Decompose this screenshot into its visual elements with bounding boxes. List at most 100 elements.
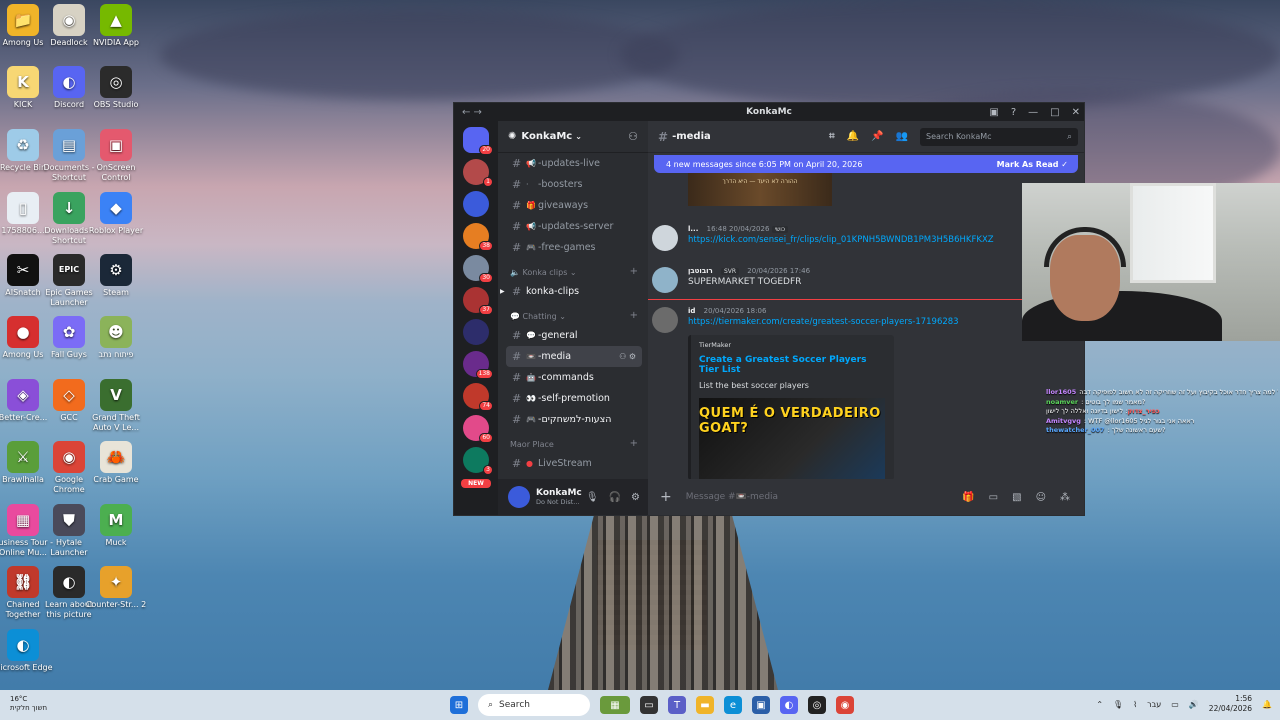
server-icon[interactable]: 30 xyxy=(463,255,493,283)
members-icon[interactable]: 👥 xyxy=(896,131,908,142)
server-icon[interactable]: 37 xyxy=(463,287,493,315)
store-icon[interactable]: ▣ xyxy=(752,696,770,714)
network-icon[interactable]: ⌇ xyxy=(1133,700,1137,709)
new-messages-bar[interactable]: 4 new messages since 6:05 PM on April 20… xyxy=(654,155,1078,173)
desktop-icon[interactable]: ▲ NVIDIA App xyxy=(85,4,147,48)
minimize-icon[interactable]: — xyxy=(1028,107,1038,118)
channel-konka-clips[interactable]: ▶ # konka-clips xyxy=(498,281,648,302)
language-indicator[interactable]: עבר xyxy=(1147,700,1161,709)
edge-icon[interactable]: e xyxy=(724,696,742,714)
headphones-icon[interactable]: 🎧 xyxy=(609,492,621,503)
desktop-icon[interactable]: 🦀 Crab Game xyxy=(85,441,147,485)
add-channel-icon[interactable]: + xyxy=(630,438,638,449)
channel-item[interactable]: # 📼 -media ⚇ ⚙ xyxy=(506,346,642,367)
add-attachment-icon[interactable]: + xyxy=(660,489,672,505)
desktop-icon[interactable]: V Grand Theft Auto V Le... xyxy=(85,379,147,433)
discord-icon[interactable]: ◐ xyxy=(780,696,798,714)
volume-icon[interactable]: 🔊 xyxy=(1189,700,1199,709)
maximize-icon[interactable]: □ xyxy=(1050,107,1059,118)
desktop-icon[interactable]: ◐ Microsoft Edge xyxy=(0,629,54,673)
avatar[interactable] xyxy=(652,307,678,333)
notifications-icon[interactable]: 🔔 xyxy=(1262,700,1272,709)
obs-icon[interactable]: ◎ xyxy=(808,696,826,714)
channel-item[interactable]: # 💬 -general xyxy=(498,325,648,346)
desktop-icon[interactable]: ◆ Roblox Player xyxy=(85,192,147,236)
embed-image[interactable]: QUEM É O VERDADEIRO GOAT? xyxy=(699,398,885,479)
desktop-icon[interactable]: M Muck xyxy=(85,504,147,548)
embed-image[interactable]: ההורה לא היעד — היא הדרך xyxy=(688,173,832,206)
server-icon[interactable]: 60 xyxy=(463,415,493,443)
add-channel-icon[interactable]: + xyxy=(630,266,638,277)
channel-livestream[interactable]: # ● LiveStream xyxy=(498,453,648,474)
emoji-icon[interactable]: ☺ xyxy=(1036,492,1046,503)
channel-item[interactable]: # 📢 -updates-server xyxy=(498,216,648,237)
message-composer[interactable]: + Message #📼-media 🎁 ▭ ▧ ☺ ⁂ xyxy=(648,479,1084,515)
display-icon[interactable]: ▭ xyxy=(1171,700,1179,709)
discord-window[interactable]: ← → KonkaMc ▣ ? — □ ✕ 20 1 38 30 37 138 74 60 3 N… xyxy=(453,102,1085,516)
desktop-icon[interactable]: ☻ פיתוח נתב xyxy=(85,316,147,360)
weather-widget[interactable]: 16°C חשוך חלקית xyxy=(10,695,47,713)
help-icon[interactable]: ? xyxy=(1011,107,1016,118)
message-input[interactable]: Message #📼-media xyxy=(686,492,778,502)
channel-settings-icon[interactable]: ⚇ ⚙ xyxy=(619,352,636,361)
channel-item[interactable]: # 🎮 -הצעות-למשחקים xyxy=(498,409,648,430)
search-input[interactable]: Search KonkaMc ⌕ xyxy=(920,127,1078,146)
microphone-icon[interactable]: 🎙 xyxy=(586,492,599,503)
author-name[interactable]: l... xyxy=(688,225,698,233)
author-name[interactable]: רובוטבן xyxy=(688,267,713,275)
desktop-icon[interactable]: ✦ Counter-Str... 2 xyxy=(85,566,147,610)
guild-header[interactable]: ✺ KonkaMc ⌄ ⚇ xyxy=(498,121,648,153)
windows-start-icon[interactable]: ⊞ xyxy=(450,696,468,714)
threads-icon[interactable]: ⌗ xyxy=(829,131,835,142)
microphone-icon[interactable]: 🎙 xyxy=(1113,700,1123,709)
server-icon[interactable]: 20 xyxy=(463,127,493,155)
apps-icon[interactable]: ⁂ xyxy=(1060,492,1070,503)
gif-icon[interactable]: ▭ xyxy=(989,492,998,503)
channel-item[interactable]: # 🎁 giveaways xyxy=(498,195,648,216)
chevron-up-icon[interactable]: ⌃ xyxy=(1096,700,1103,709)
sticker-icon[interactable]: ▧ xyxy=(1012,492,1021,503)
desktop-icon[interactable]: ◎ OBS Studio xyxy=(85,66,147,110)
bell-icon[interactable]: 🔔 xyxy=(847,131,859,142)
channel-item[interactable]: # 👀 -self-premotion xyxy=(498,388,648,409)
avatar[interactable] xyxy=(652,267,678,293)
pin-icon[interactable]: 📌 xyxy=(871,131,883,142)
category-maor-place[interactable]: Maor Place + xyxy=(498,430,648,453)
desktop-icon[interactable]: ⚙ Steam xyxy=(85,254,147,298)
gift-icon[interactable]: 🎁 xyxy=(962,492,974,503)
avatar[interactable] xyxy=(508,486,530,508)
widgets-icon[interactable]: ▦ xyxy=(600,696,630,714)
channel-item[interactable]: # 🤖 -commands xyxy=(498,367,648,388)
file-explorer-icon[interactable]: ▬ xyxy=(696,696,714,714)
message-link[interactable]: https://tiermaker.com/create/greatest-so… xyxy=(688,317,959,327)
category-konka-clips[interactable]: 🔈 Konka clips ⌄ + xyxy=(498,258,648,281)
server-icon[interactable]: 1 xyxy=(463,159,493,187)
embed-title[interactable]: Create a Greatest Soccer Players Tier Li… xyxy=(699,355,886,375)
category-chatting[interactable]: 💬 Chatting ⌄ + xyxy=(498,302,648,325)
invite-icon[interactable]: ⚇ xyxy=(628,130,638,143)
server-icon[interactable] xyxy=(463,319,489,345)
clock[interactable]: 1:56 22/04/2026 xyxy=(1209,694,1252,714)
taskbar-search[interactable]: ⌕ Search xyxy=(478,694,590,716)
chrome-icon[interactable]: ◉ xyxy=(836,696,854,714)
server-icon[interactable]: 3 xyxy=(463,447,493,475)
mark-as-read-button[interactable]: Mark As Read ✓ xyxy=(997,160,1068,169)
inbox-icon[interactable]: ▣ xyxy=(989,107,998,118)
add-channel-icon[interactable]: + xyxy=(630,310,638,321)
server-icon[interactable]: 38 xyxy=(463,223,493,251)
message-link[interactable]: https://kick.com/sensei_fr/clips/clip_01… xyxy=(688,235,994,245)
avatar[interactable] xyxy=(652,225,678,251)
channel-item[interactable]: # 📢 -updates-live xyxy=(498,153,648,174)
server-icon[interactable] xyxy=(463,191,489,217)
author-name[interactable]: id xyxy=(688,307,695,315)
server-icon[interactable]: 138 xyxy=(463,351,493,379)
channel-item[interactable]: # · -boosters xyxy=(498,174,648,195)
new-badge[interactable]: NEW xyxy=(461,479,491,488)
channel-item[interactable]: # 🎮 -free-games xyxy=(498,237,648,258)
teams-icon[interactable]: T xyxy=(668,696,686,714)
gear-icon[interactable]: ⚙ xyxy=(631,492,640,503)
close-icon[interactable]: ✕ xyxy=(1072,107,1080,118)
desktop-icon[interactable]: ▣ OnScreen Control xyxy=(85,129,147,183)
server-icon[interactable]: 74 xyxy=(463,383,493,411)
task-view-icon[interactable]: ▭ xyxy=(640,696,658,714)
